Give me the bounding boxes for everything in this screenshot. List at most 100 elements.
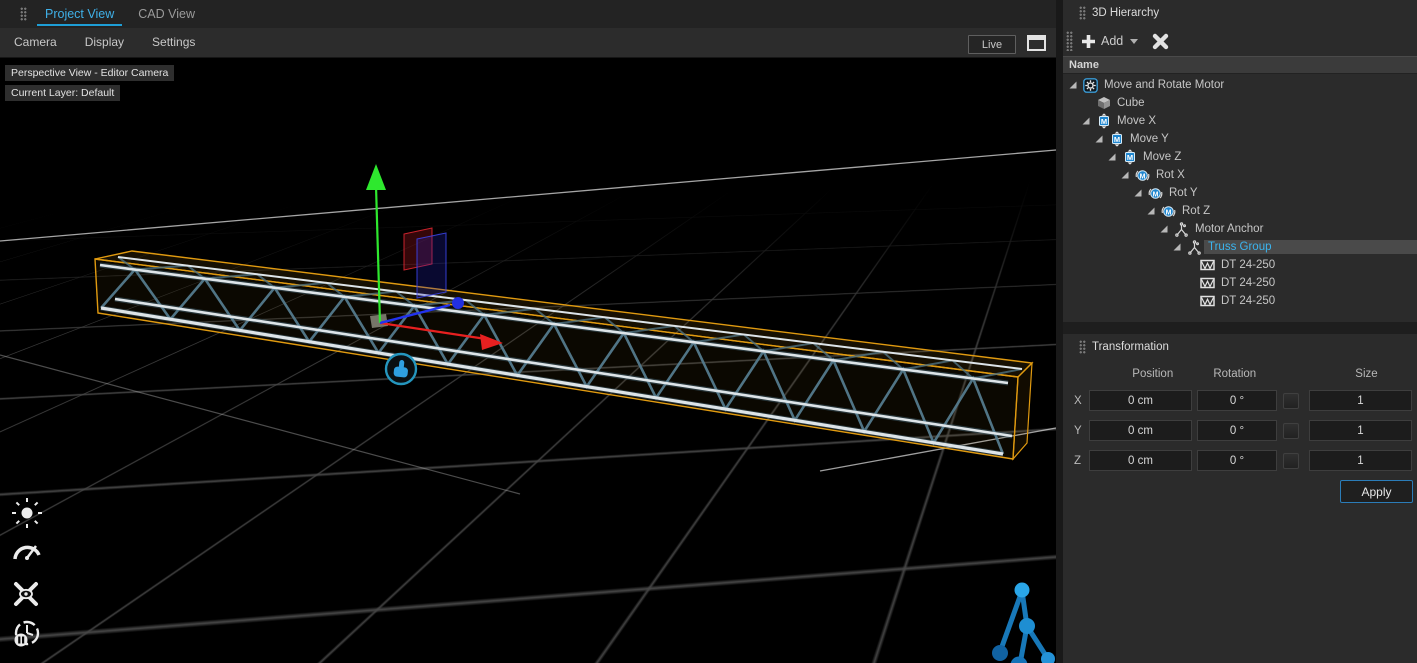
live-button[interactable]: Live [968, 35, 1016, 54]
position-z-input[interactable] [1089, 450, 1192, 471]
tree-row-rot-y[interactable]: MRot Y [1063, 184, 1417, 202]
menu-settings[interactable]: Settings [138, 35, 209, 49]
timer-pause-icon[interactable] [15, 622, 39, 647]
menu-display[interactable]: Display [71, 35, 138, 49]
transformation-rows: X Y Z [1063, 390, 1417, 471]
size-z-input[interactable] [1309, 450, 1412, 471]
svg-text:M: M [1140, 173, 1146, 180]
tab-cad-view[interactable]: CAD View [126, 0, 207, 28]
tree-label: Move Y [1126, 132, 1417, 146]
app-window: Project View CAD View Camera Display Set… [0, 0, 1417, 663]
tree-label: Move Z [1139, 150, 1417, 164]
rotation-option-button-y[interactable] [1283, 423, 1299, 439]
tree-label: Move X [1113, 114, 1417, 128]
size-y-input[interactable] [1309, 420, 1412, 441]
hand-tool-badge[interactable] [386, 354, 416, 384]
add-button[interactable]: Add [1077, 32, 1142, 51]
tab-project-view[interactable]: Project View [33, 0, 126, 28]
tree-row-dt-24-250[interactable]: DT 24-250 [1063, 292, 1417, 310]
tree-row-cube[interactable]: Cube [1063, 94, 1417, 112]
toolbar-drag-handle[interactable] [1066, 31, 1073, 51]
tree-label: Truss Group [1204, 240, 1417, 254]
transformation-drag-handle[interactable] [1079, 340, 1086, 354]
panel-divider[interactable] [1056, 0, 1063, 663]
tree-row-move-and-rotate-motor[interactable]: Move and Rotate Motor [1063, 76, 1417, 94]
tree-indent [1063, 193, 1134, 194]
maximize-viewport-icon[interactable] [1027, 35, 1046, 51]
tree-row-dt-24-250[interactable]: DT 24-250 [1063, 274, 1417, 292]
move-icon: M [1107, 131, 1126, 147]
hierarchy-drag-handle[interactable] [1079, 6, 1086, 20]
axis-label-z: Z [1063, 455, 1089, 467]
tree-label: DT 24-250 [1217, 276, 1417, 290]
hierarchy-header: 3D Hierarchy [1063, 0, 1417, 26]
tree-row-move-y[interactable]: MMove Y [1063, 130, 1417, 148]
column-size: Size [1316, 368, 1417, 380]
gizmo-plane-z[interactable] [417, 233, 446, 298]
view-tabbar: Project View CAD View [0, 0, 1056, 28]
tree-row-motor-anchor[interactable]: Motor Anchor [1063, 220, 1417, 238]
tree-label: DT 24-250 [1217, 294, 1417, 308]
tree-row-move-x[interactable]: MMove X [1063, 112, 1417, 130]
transformation-title: Transformation [1092, 341, 1169, 353]
rotation-x-input[interactable] [1197, 390, 1277, 411]
add-button-label: Add [1101, 34, 1123, 48]
position-x-input[interactable] [1089, 390, 1192, 411]
anchor-icon [1185, 240, 1204, 255]
expander-icon[interactable] [1121, 171, 1133, 179]
tree-row-rot-x[interactable]: MRot X [1063, 166, 1417, 184]
node-graph-icon[interactable] [992, 582, 1055, 663]
axis-label-x: X [1063, 395, 1089, 407]
size-x-input[interactable] [1309, 390, 1412, 411]
tree-indent [1063, 103, 1082, 104]
gizmo-axis-z-arrowhead[interactable] [452, 297, 464, 309]
motor-gear-icon [1081, 78, 1100, 93]
viewport-tool-icons [12, 498, 42, 647]
gizmo-axis-y-arrowhead[interactable] [366, 164, 386, 190]
right-panel: 3D Hierarchy Add Name Move and [1063, 0, 1417, 663]
column-position: Position [1089, 368, 1191, 380]
camera-badge: Perspective View - Editor Camera [5, 65, 174, 81]
axis-label-y: Y [1063, 425, 1089, 437]
tree-row-dt-24-250[interactable]: DT 24-250 [1063, 256, 1417, 274]
position-y-input[interactable] [1089, 420, 1192, 441]
move-icon: M [1120, 149, 1139, 165]
tree-row-rot-z[interactable]: MRot Z [1063, 202, 1417, 220]
rotation-z-input[interactable] [1197, 450, 1277, 471]
section-gap [1063, 322, 1417, 334]
tree-row-move-z[interactable]: M Move Z [1063, 148, 1417, 166]
world-axis-line [0, 150, 1056, 241]
expander-icon[interactable] [1134, 189, 1146, 197]
svg-text:M: M [1126, 153, 1132, 162]
rotation-option-button-z[interactable] [1283, 453, 1299, 469]
expander-icon[interactable] [1095, 135, 1107, 143]
column-rotation: Rotation [1196, 368, 1274, 380]
delete-button[interactable] [1152, 33, 1169, 50]
rotation-y-input[interactable] [1197, 420, 1277, 441]
expander-icon[interactable] [1069, 81, 1081, 89]
menu-camera[interactable]: Camera [0, 35, 71, 49]
tree-indent [1063, 301, 1186, 302]
transformation-panel: Transformation Position Rotation Size X Y… [1063, 334, 1417, 663]
tools-visibility-icon[interactable] [16, 584, 36, 604]
truss-icon [1198, 277, 1217, 289]
hierarchy-tree: Move and Rotate MotorCubeMMove XMMove YM… [1063, 74, 1417, 322]
tree-column-header: Name [1063, 56, 1417, 74]
tree-indent [1063, 283, 1186, 284]
expander-icon[interactable] [1147, 207, 1159, 215]
rotate-icon: M [1133, 168, 1152, 183]
apply-button[interactable]: Apply [1340, 480, 1413, 503]
rotation-option-button-x[interactable] [1283, 393, 1299, 409]
tabbar-drag-handle[interactable] [20, 7, 27, 21]
expander-icon[interactable] [1082, 117, 1094, 125]
expander-icon[interactable] [1173, 243, 1185, 251]
chevron-down-icon[interactable] [1130, 39, 1138, 44]
expander-icon[interactable] [1108, 153, 1120, 161]
sun-light-icon[interactable] [12, 498, 42, 528]
3d-viewport[interactable]: Perspective View - Editor Camera Current… [0, 58, 1056, 663]
speed-gauge-icon[interactable] [15, 546, 39, 560]
svg-text:M: M [1153, 191, 1159, 198]
tree-row-truss-group[interactable]: Truss Group [1063, 238, 1417, 256]
hierarchy-toolbar: Add [1063, 26, 1417, 56]
expander-icon[interactable] [1160, 225, 1172, 233]
